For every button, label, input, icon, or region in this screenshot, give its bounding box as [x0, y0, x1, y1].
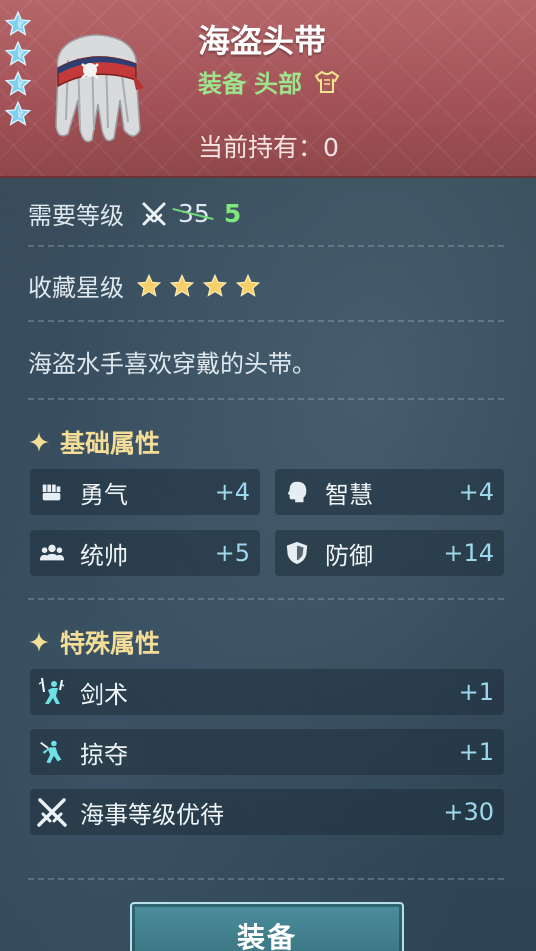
sparkle-icon — [29, 432, 49, 452]
rarity-star-icon — [4, 70, 32, 96]
stat-name: 统帅 — [80, 541, 128, 570]
head-icon — [281, 476, 313, 508]
old-required-level: 35 — [178, 199, 210, 228]
item-description: 海盗水手喜欢穿戴的头带。 — [28, 350, 316, 378]
stat-plunder: 掠夺 +1 — [30, 729, 504, 775]
stat-name: 剑术 — [80, 680, 128, 709]
basic-attributes-title: 基础属性 — [28, 424, 160, 460]
owned-value: 0 — [323, 133, 339, 162]
item-header: 海盗头带 装备 头部 当前持有：0 — [0, 0, 536, 178]
fist-icon — [36, 476, 68, 508]
collection-label: 收藏星级 — [28, 274, 124, 302]
special-attributes-label: 特殊属性 — [60, 629, 161, 658]
sparkle-icon — [29, 632, 49, 652]
new-required-level: 5 — [223, 199, 242, 228]
gold-star-icon — [136, 273, 162, 297]
item-category: 装备 — [198, 70, 246, 98]
item-name: 海盗头带 — [198, 22, 327, 60]
stat-value: +14 — [443, 539, 494, 567]
description-row: 海盗水手喜欢穿戴的头带。 — [28, 344, 506, 379]
divider — [28, 878, 504, 880]
item-slot: 头部 — [254, 70, 302, 98]
stat-name: 掠夺 — [80, 740, 128, 769]
crossed-swords-icon — [36, 796, 68, 828]
stat-value: +4 — [214, 478, 250, 506]
divider — [28, 598, 504, 600]
stat-name: 智慧 — [325, 480, 373, 509]
stat-value: +1 — [458, 738, 494, 766]
gold-star-icon — [169, 273, 195, 297]
stat-value: +4 — [458, 478, 494, 506]
shield-icon — [281, 537, 313, 569]
stat-name: 海事等级优待 — [80, 800, 224, 829]
swordsman-icon — [36, 676, 68, 708]
equip-button-label: 装备 — [236, 921, 297, 951]
gold-star-icon — [202, 273, 228, 297]
shirt-icon — [314, 70, 340, 93]
owned-count: 当前持有：0 — [198, 128, 339, 164]
stat-maritime-level-bonus: 海事等级优待 +30 — [30, 789, 504, 835]
level-requirement-row: 需要等级 35 5 — [28, 196, 506, 231]
group-icon — [36, 537, 68, 569]
stat-courage: 勇气 +4 — [30, 469, 260, 515]
rarity-star-icon — [4, 10, 32, 36]
crossed-swords-icon — [142, 202, 166, 225]
basic-attributes-label: 基础属性 — [60, 429, 161, 458]
plunder-icon — [36, 736, 68, 768]
level-label: 需要等级 — [28, 202, 124, 230]
owned-label: 当前持有： — [198, 133, 324, 162]
divider — [28, 245, 504, 247]
stat-leadership: 统帅 +5 — [30, 530, 260, 576]
equip-button[interactable]: 装备 — [130, 902, 404, 951]
stat-name: 防御 — [325, 541, 373, 570]
collection-stars-row: 收藏星级 — [28, 268, 506, 303]
special-attributes-title: 特殊属性 — [28, 624, 160, 660]
item-type: 装备 头部 — [198, 64, 340, 99]
stat-value: +30 — [443, 798, 494, 826]
gold-star-icon — [235, 273, 261, 297]
rarity-stars — [4, 10, 34, 130]
stat-wisdom: 智慧 +4 — [275, 469, 504, 515]
pirate-headband-icon — [55, 34, 144, 143]
rarity-star-icon — [4, 40, 32, 66]
stat-value: +1 — [458, 678, 494, 706]
divider — [28, 320, 504, 322]
stat-value: +5 — [214, 539, 250, 567]
rarity-star-icon — [4, 100, 32, 126]
divider — [28, 398, 504, 400]
stat-swordsmanship: 剑术 +1 — [30, 669, 504, 715]
stat-name: 勇气 — [80, 480, 128, 509]
stat-defense: 防御 +14 — [275, 530, 504, 576]
